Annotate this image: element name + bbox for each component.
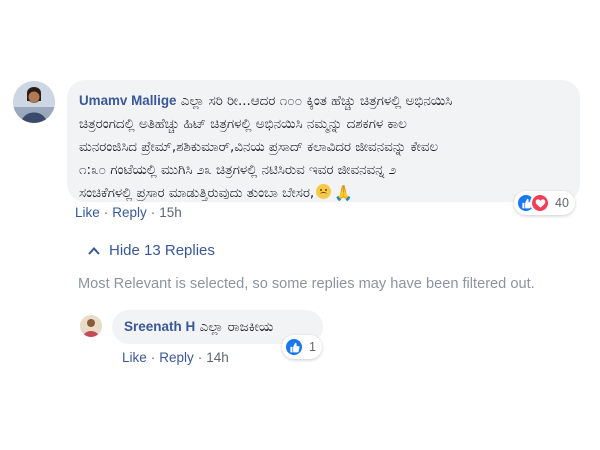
hide-replies-button[interactable]: Hide 13 Replies (87, 242, 215, 259)
reply-like-link[interactable]: Like (122, 350, 147, 365)
comment-reply-link[interactable]: Reply (112, 205, 147, 220)
comment-text-line-2: ಚಿತ್ರರಂಗದಲ್ಲಿ ಅತಿಹೆಚ್ಚು ಹಿಟ್ ಚಿತ್ರಗಳಲ್ಲಿ… (79, 117, 407, 132)
folded-hands-emoji-icon: 🙏 (334, 184, 353, 202)
reply-reply-link[interactable]: Reply (159, 350, 194, 365)
comment-text-line-3: ಮನರಂಜಿಸಿದ ಪ್ರೇಮ್,ಶಶಿಕುಮಾರ್,ವಿನಯ ಪ್ರಸಾದ್ … (79, 140, 439, 155)
reply-text: ಎಲ್ಲಾ ರಾಜಕೀಯ (199, 319, 274, 335)
reply-author-link[interactable]: Sreenath H (124, 319, 195, 334)
comment-timestamp[interactable]: 15h (159, 205, 182, 220)
commenter-avatar[interactable] (13, 81, 55, 123)
filter-notice: Most Relevant is selected, so some repli… (78, 276, 535, 292)
comment-like-link[interactable]: Like (75, 205, 100, 220)
sad-face-emoji-icon (316, 184, 332, 199)
reply-timestamp[interactable]: 14h (206, 350, 229, 365)
comment-bubble: Umamv Mallige ಎಲ್ಲಾ ಸರಿ ರೀ...ಆದರ ೧೦೦ ಕ್ಕ… (67, 80, 580, 202)
comment-author-link[interactable]: Umamv Mallige (79, 93, 177, 108)
comment-text-line-1: ಎಲ್ಲಾ ಸರಿ ರೀ...ಆದರ ೧೦೦ ಕ್ಕಿಂತ ಹೆಚ್ಚು ಚಿತ… (180, 94, 453, 109)
comment-reaction-count: 40 (555, 196, 569, 210)
reply-actions: Like · Reply · 14h (122, 350, 229, 365)
reply-reactions[interactable]: 1 (282, 335, 322, 359)
like-reaction-icon (284, 337, 304, 357)
reply-reaction-count: 1 (309, 340, 316, 354)
love-reaction-icon (530, 193, 550, 213)
chevron-up-icon (88, 246, 100, 255)
comment-text-line-5: ಸಂಚಿಕೆಗಳಲ್ಲಿ ಪ್ರಸಾರ ಮಾಡುತ್ತಿರುವುದು ತುಂಬಾ… (79, 186, 315, 201)
comment-actions: Like · Reply · 15h (75, 205, 182, 220)
comment-text-line-4: ೧:೩೦ ಗಂಟೆಯಲ್ಲಿ ಮುಗಿಸಿ ೨೩ ಚಿತ್ರಗಳಲ್ಲಿ ನಟಿ… (79, 163, 397, 178)
reply-avatar[interactable] (80, 315, 102, 337)
hide-replies-label: Hide 13 Replies (109, 242, 215, 259)
comment-reactions[interactable]: 40 (514, 191, 575, 215)
